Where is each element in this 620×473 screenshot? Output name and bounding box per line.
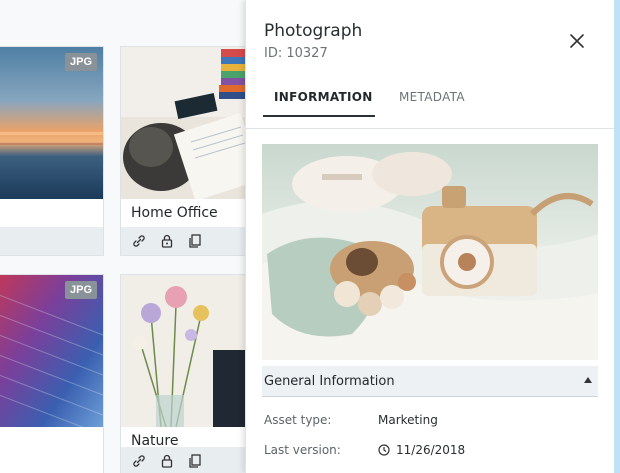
asset-details-panel: Photograph ID: 10327 INFORMATION METADAT…: [245, 0, 614, 473]
panel-title: Photograph: [264, 21, 363, 41]
clock-icon: [378, 444, 390, 456]
copy-icon[interactable]: [187, 453, 203, 469]
asset-title: Home Office: [131, 205, 218, 221]
link-icon[interactable]: [131, 453, 147, 469]
field-label: Last version:: [264, 443, 341, 457]
home-office-image: [121, 47, 246, 199]
general-information-section-toggle[interactable]: General Information: [262, 366, 598, 397]
asset-preview-image: [262, 144, 598, 360]
asset-thumbnail: [121, 275, 246, 427]
caret-up-icon: [584, 377, 592, 383]
close-icon[interactable]: [568, 32, 586, 50]
lock-icon[interactable]: [159, 453, 175, 469]
card-actions: [0, 227, 103, 255]
lock-icon[interactable]: [159, 233, 175, 249]
card-actions: [121, 227, 246, 255]
section-title: General Information: [264, 374, 395, 389]
asset-card[interactable]: Home Office: [120, 46, 247, 256]
asset-browser: JPG Home Office JPG Nature Photograph ID…: [0, 0, 614, 473]
asset-card[interactable]: Nature: [120, 274, 247, 473]
field-value-with-icon: 11/26/2018: [378, 443, 465, 457]
asset-card[interactable]: JPG: [0, 274, 104, 473]
asset-id: ID: 10327: [264, 46, 328, 61]
field-value: Marketing: [378, 413, 438, 427]
active-tab-indicator: [263, 115, 375, 117]
file-type-badge: JPG: [64, 53, 97, 71]
asset-thumbnail: [121, 47, 246, 199]
link-icon[interactable]: [131, 233, 147, 249]
tab-metadata[interactable]: METADATA: [399, 90, 465, 104]
panel-tabs: INFORMATION METADATA: [246, 76, 614, 129]
asset-card[interactable]: JPG: [0, 46, 104, 256]
nature-image: [121, 275, 246, 427]
copy-icon[interactable]: [187, 233, 203, 249]
file-type-badge: JPG: [64, 281, 97, 299]
last-version-date: 11/26/2018: [396, 443, 466, 457]
field-label: Asset type:: [264, 413, 332, 427]
tab-information[interactable]: INFORMATION: [274, 90, 373, 104]
card-actions: [121, 447, 246, 473]
